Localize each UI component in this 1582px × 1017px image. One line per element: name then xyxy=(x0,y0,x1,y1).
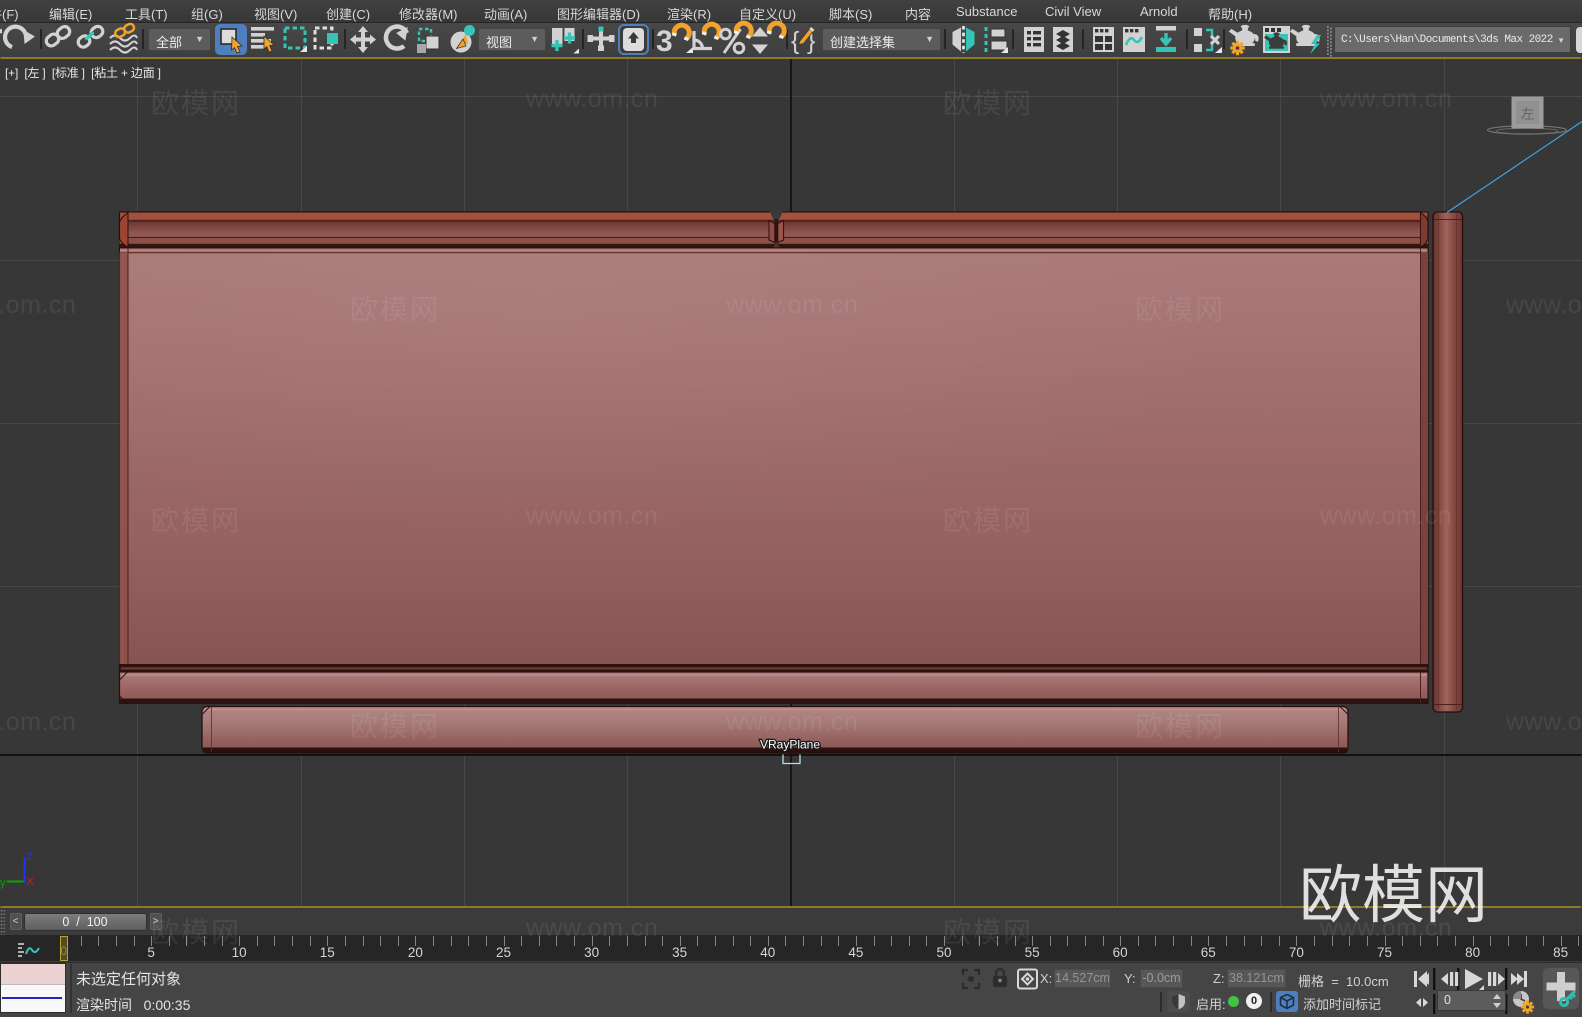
svg-text:VRayPlane: VRayPlane xyxy=(760,738,820,752)
svg-text:左: 左 xyxy=(1521,107,1535,122)
svg-text:Z: Z xyxy=(26,851,33,863)
svg-text:y: y xyxy=(0,877,6,889)
svg-text:X: X xyxy=(27,876,35,888)
